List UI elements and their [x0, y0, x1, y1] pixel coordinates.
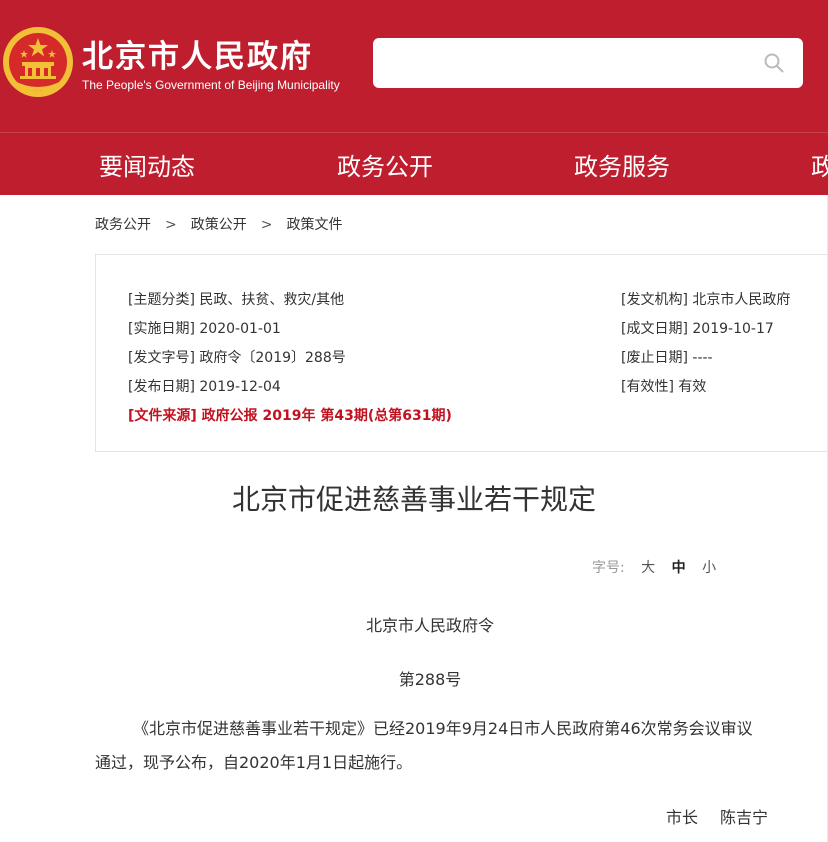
breadcrumb-item-policy-docs[interactable]: 政策文件: [286, 217, 342, 233]
national-emblem-icon[interactable]: [2, 26, 74, 98]
info-doc-number-value: 政府令〔2019〕288号: [199, 350, 346, 366]
search-input[interactable]: [373, 38, 803, 88]
signature-name: 陈吉宁: [720, 808, 769, 827]
font-size-medium-button[interactable]: 中: [672, 560, 686, 576]
info-doc-number-label: [发文字号]: [128, 350, 195, 366]
article-title: 北京市促进慈善事业若干规定: [231, 483, 596, 516]
info-written-date: [成文日期] 2019-10-17: [621, 318, 774, 338]
info-publish-label: [发布日期]: [128, 379, 195, 395]
info-repeal-value: ----: [692, 350, 713, 366]
info-topic-value: 民政、扶贫、救灾/其他: [199, 292, 345, 308]
nav-item-gov-services[interactable]: 政务服务: [574, 147, 670, 182]
info-written-label: [成文日期]: [621, 321, 688, 337]
font-size-control: 字号: 大 中 小: [592, 557, 716, 577]
info-effective-date: [实施日期] 2020-01-01: [128, 318, 281, 338]
info-repeal-label: [废止日期]: [621, 350, 688, 366]
site-title[interactable]: 北京市人民政府: [82, 31, 313, 76]
site-header: 北京市人民政府 The People's Government of Beiji…: [0, 0, 828, 132]
breadcrumb-separator: >: [165, 217, 177, 233]
font-size-label: 字号:: [592, 560, 625, 576]
breadcrumb-item-gov-affairs[interactable]: 政务公开: [95, 217, 151, 233]
font-size-large-button[interactable]: 大: [641, 560, 655, 576]
info-topic-label: [主题分类]: [128, 292, 195, 308]
article-body-paragraph: 《北京市促进慈善事业若干规定》已经2019年9月24日市人民政府第46次常务会议…: [95, 719, 753, 772]
decree-issuer: 北京市人民政府令: [365, 616, 494, 635]
article-signature: 市长 陈吉宁: [666, 804, 768, 828]
nav-item-gov-affairs[interactable]: 政务公开: [337, 147, 433, 182]
info-validity: [有效性] 有效: [621, 376, 706, 396]
info-topic: [主题分类] 民政、扶贫、救灾/其他: [128, 289, 344, 309]
search-icon[interactable]: [763, 52, 785, 74]
site-subtitle: The People's Government of Beijing Munic…: [82, 78, 340, 92]
breadcrumb: 政务公开 > 政策公开 > 政策文件: [95, 214, 342, 234]
info-validity-label: [有效性]: [621, 379, 674, 395]
decree-number: 第288号: [398, 670, 462, 689]
nav-item-news[interactable]: 要闻动态: [99, 147, 195, 182]
info-source-link[interactable]: 政府公报 2019年 第43期(总第631期): [202, 408, 452, 424]
info-source-label: [文件来源]: [128, 408, 197, 424]
main-nav: 要闻动态 政务公开 政务服务 政: [0, 133, 828, 195]
info-issuer-value: 北京市人民政府: [692, 292, 791, 308]
nav-item-partial[interactable]: 政: [811, 147, 828, 182]
info-source[interactable]: [文件来源] 政府公报 2019年 第43期(总第631期): [128, 405, 452, 425]
info-validity-value: 有效: [678, 379, 707, 395]
info-publish-value: 2019-12-04: [199, 379, 281, 395]
info-issuer: [发文机构] 北京市人民政府: [621, 289, 790, 309]
breadcrumb-separator: >: [260, 217, 273, 233]
info-doc-number: [发文字号] 政府令〔2019〕288号: [128, 347, 346, 367]
document-info-box: [主题分类] 民政、扶贫、救灾/其他 [发文机构] 北京市人民政府 [实施日期]…: [95, 254, 828, 452]
info-effective-value: 2020-01-01: [199, 321, 281, 337]
info-publish-date: [发布日期] 2019-12-04: [128, 376, 281, 396]
signature-title: 市长: [666, 808, 699, 827]
font-size-small-button[interactable]: 小: [702, 560, 716, 576]
info-repeal-date: [废止日期] ----: [621, 347, 713, 367]
info-issuer-label: [发文机构]: [621, 292, 688, 308]
info-written-value: 2019-10-17: [692, 321, 774, 337]
breadcrumb-item-policy-public[interactable]: 政策公开: [191, 217, 247, 233]
info-effective-label: [实施日期]: [128, 321, 195, 337]
